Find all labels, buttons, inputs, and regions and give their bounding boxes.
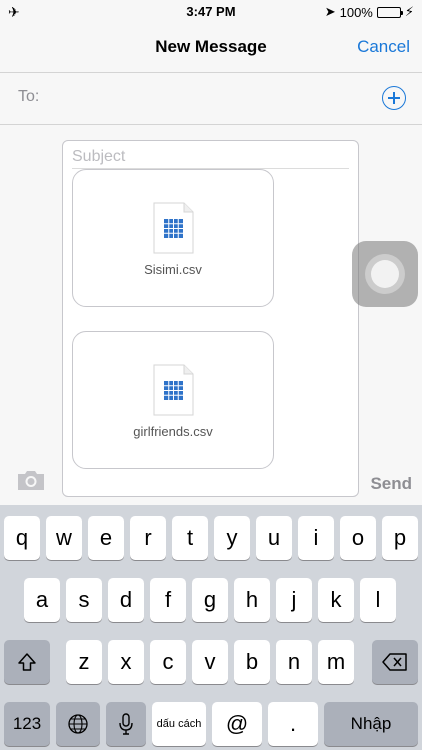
- globe-key[interactable]: [56, 702, 100, 746]
- key-e[interactable]: e: [88, 516, 124, 560]
- recipient-field[interactable]: To:: [0, 73, 422, 125]
- delete-backspace-icon: [382, 653, 407, 671]
- add-contact-button[interactable]: [382, 86, 406, 110]
- key-t[interactable]: t: [172, 516, 208, 560]
- message-input[interactable]: Subject Sisimi.csv girlfriends.csv: [62, 140, 359, 497]
- key-q[interactable]: q: [4, 516, 40, 560]
- key-a[interactable]: a: [24, 578, 60, 622]
- attachment-sisimi[interactable]: Sisimi.csv: [72, 169, 274, 307]
- key-o[interactable]: o: [340, 516, 376, 560]
- battery-icon: [376, 6, 403, 18]
- nav-bar: New Message Cancel: [0, 24, 422, 73]
- key-r[interactable]: r: [130, 516, 166, 560]
- key-m[interactable]: m: [318, 640, 354, 684]
- battery-percent: 100%: [339, 4, 373, 20]
- keyboard: q w e r t y u i o p a s d f g h j k l z …: [0, 505, 422, 750]
- key-b[interactable]: b: [234, 640, 270, 684]
- shift-key[interactable]: [4, 640, 50, 684]
- key-n[interactable]: n: [276, 640, 312, 684]
- location-arrow-icon: ➤: [324, 4, 336, 19]
- key-w[interactable]: w: [46, 516, 82, 560]
- return-key[interactable]: Nhập: [324, 702, 418, 746]
- delete-key[interactable]: [372, 640, 418, 684]
- key-l[interactable]: l: [360, 578, 396, 622]
- attachment-name: girlfriends.csv: [133, 424, 213, 439]
- key-x[interactable]: x: [108, 640, 144, 684]
- subject-input[interactable]: Subject: [72, 148, 125, 166]
- numbers-key[interactable]: 123: [4, 702, 50, 746]
- key-h[interactable]: h: [234, 578, 270, 622]
- assistive-touch-button[interactable]: [352, 241, 418, 307]
- key-k[interactable]: k: [318, 578, 354, 622]
- key-c[interactable]: c: [150, 640, 186, 684]
- charging-icon: ⚡: [404, 4, 414, 19]
- compose-area: Subject Sisimi.csv girlfriends.csv Send: [0, 125, 422, 505]
- key-y[interactable]: y: [214, 516, 250, 560]
- to-label: To:: [18, 88, 40, 105]
- attachment-name: Sisimi.csv: [144, 262, 202, 277]
- key-i[interactable]: i: [298, 516, 334, 560]
- status-bar: ✈ 3:47 PM ➤ 100% ⚡: [0, 0, 422, 24]
- key-v[interactable]: v: [192, 640, 228, 684]
- microphone-icon: [119, 713, 133, 735]
- key-u[interactable]: u: [256, 516, 292, 560]
- camera-icon[interactable]: [16, 469, 46, 491]
- space-key[interactable]: dấu cách: [152, 702, 206, 746]
- period-key[interactable]: .: [268, 702, 318, 746]
- key-f[interactable]: f: [150, 578, 186, 622]
- attachment-girlfriends[interactable]: girlfriends.csv: [72, 331, 274, 469]
- status-right: ➤ 100% ⚡: [325, 4, 414, 20]
- send-button[interactable]: Send: [370, 474, 412, 494]
- spreadsheet-file-icon: [153, 202, 194, 254]
- key-z[interactable]: z: [66, 640, 102, 684]
- key-p[interactable]: p: [382, 516, 418, 560]
- spreadsheet-file-icon: [153, 364, 194, 416]
- key-g[interactable]: g: [192, 578, 228, 622]
- at-key[interactable]: @: [212, 702, 262, 746]
- cancel-button[interactable]: Cancel: [357, 37, 410, 57]
- key-j[interactable]: j: [276, 578, 312, 622]
- globe-icon: [68, 714, 88, 734]
- key-d[interactable]: d: [108, 578, 144, 622]
- microphone-key[interactable]: [106, 702, 146, 746]
- key-s[interactable]: s: [66, 578, 102, 622]
- shift-icon: [18, 653, 36, 671]
